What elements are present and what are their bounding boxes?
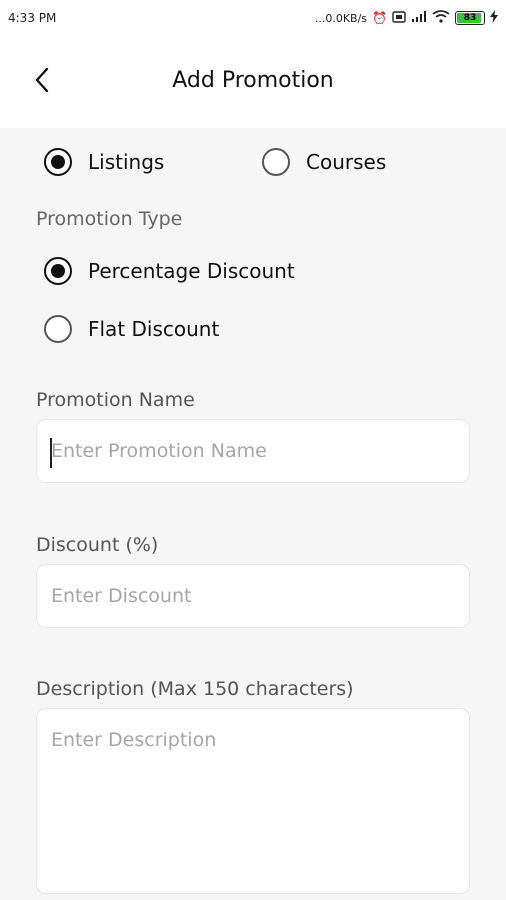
signal-icon: [411, 10, 427, 26]
page-title: Add Promotion: [172, 68, 334, 93]
status-time: 4:33 PM: [8, 11, 57, 25]
status-icons: ...0.0KB/s ⏰ 83: [315, 10, 498, 26]
radio-listings[interactable]: Listings: [44, 148, 164, 176]
radio-courses[interactable]: Courses: [262, 148, 386, 176]
radio-label-percentage: Percentage Discount: [88, 259, 295, 283]
description-input[interactable]: [37, 709, 469, 893]
promotion-name-field[interactable]: [36, 419, 470, 483]
status-bar: 4:33 PM ...0.0KB/s ⏰ 83: [0, 0, 506, 36]
radio-button[interactable]: [44, 257, 72, 285]
radio-flat-discount[interactable]: Flat Discount: [44, 315, 219, 343]
radio-label-flat: Flat Discount: [88, 317, 220, 341]
sim-icon: [392, 10, 406, 26]
radio-label-listings: Listings: [88, 150, 165, 174]
battery-icon: 83: [455, 11, 485, 25]
description-field[interactable]: [36, 708, 470, 894]
discount-label: Discount (%): [36, 534, 159, 556]
radio-percentage-discount[interactable]: Percentage Discount: [44, 257, 295, 285]
network-speed: ...0.0KB/s: [314, 11, 368, 25]
radio-button[interactable]: [44, 148, 72, 176]
promotion-name-label: Promotion Name: [36, 389, 195, 411]
radio-button[interactable]: [44, 315, 72, 343]
discount-input[interactable]: [37, 565, 469, 627]
description-label: Description (Max 150 characters): [36, 678, 354, 700]
app-header: Add Promotion: [0, 36, 506, 128]
discount-field[interactable]: [36, 564, 470, 628]
promotion-name-input[interactable]: [37, 420, 469, 482]
alarm-icon: ⏰: [372, 11, 387, 25]
radio-button[interactable]: [262, 148, 290, 176]
radio-label-courses: Courses: [306, 150, 387, 174]
battery-level: 83: [463, 13, 477, 23]
wifi-icon: [432, 10, 450, 26]
promotion-type-label: Promotion Type: [36, 208, 183, 230]
charging-icon: [490, 10, 498, 26]
text-cursor: [50, 438, 52, 468]
